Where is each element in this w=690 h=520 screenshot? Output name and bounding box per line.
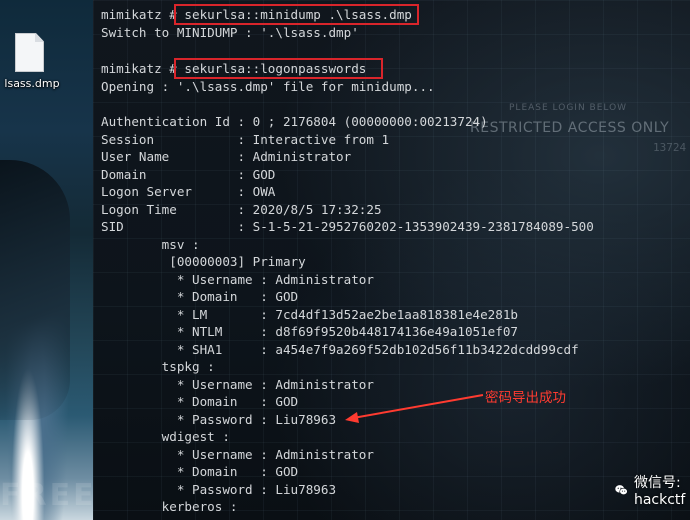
terminal-line: * NTLM : d8f69f9520b448174136e49a1051ef0…: [101, 324, 519, 339]
terminal-line: * Username : Administrator: [101, 272, 374, 287]
background-login-hint: PLEASE LOGIN BELOW: [509, 103, 628, 113]
annotation-arrow: [345, 394, 484, 423]
desktop-background: lsass.dmp FREEBUF: [0, 0, 93, 520]
terminal-line: * Username : Administrator: [101, 447, 374, 462]
terminal-line: * Password : Liu78963: [101, 412, 337, 427]
terminal-line: Authentication Id : 0 ; 2176804 (0000000…: [101, 114, 488, 129]
terminal-line: User Name : Administrator: [101, 149, 352, 164]
terminal-line: SID : S-1-5-21-2952760202-1353902439-238…: [101, 219, 594, 234]
terminal-line: Switch to MINIDUMP : '.\lsass.dmp': [101, 25, 359, 40]
background-restricted-text: RESTRICTED ACCESS ONLY: [470, 120, 670, 136]
terminal-line: Opening : '.\lsass.dmp' file for minidum…: [101, 79, 435, 94]
terminal-line: msv :: [101, 237, 200, 252]
terminal-line: * Domain : GOD: [101, 464, 299, 479]
terminal-line: Domain : GOD: [101, 167, 276, 182]
wechat-icon: [615, 485, 628, 496]
minidump-command-highlight: [174, 4, 419, 25]
terminal-window[interactable]: PLEASE LOGIN BELOW RESTRICTED ACCESS ONL…: [93, 0, 690, 520]
terminal-line: [00000003] Primary: [101, 254, 306, 269]
background-code: 13724: [653, 141, 687, 154]
file-label: lsass.dmp: [4, 77, 60, 90]
wechat-watermark: 微信号: hackctf: [615, 475, 690, 508]
wechat-id-text: 微信号: hackctf: [633, 475, 686, 508]
annotation-label: 密码导出成功: [485, 390, 566, 406]
desktop-wallpaper-rock: [0, 160, 70, 420]
terminal-line: * Password : Liu78963: [101, 482, 337, 497]
terminal-line: * Domain : GOD: [101, 289, 299, 304]
terminal-line: Logon Server : OWA: [101, 184, 276, 199]
terminal-line: Session : Interactive from 1: [101, 132, 390, 147]
terminal-line: Logon Time : 2020/8/5 17:32:25: [101, 202, 382, 217]
terminal-line: kerberos :: [101, 499, 238, 514]
file-icon[interactable]: [15, 33, 44, 72]
terminal-line: tspkg :: [101, 359, 215, 374]
terminal-line: wdigest :: [101, 429, 230, 444]
logonpasswords-command-highlight: [174, 58, 383, 79]
terminal-line: * Username : Administrator: [101, 377, 374, 392]
terminal-line: * LM : 7cd4df13d52ae2be1aa818381e4e281b: [101, 307, 519, 322]
terminal-line: * SHA1 : a454e7f9a269f52db102d56f11b3422…: [101, 342, 579, 357]
terminal-line: * Domain : GOD: [101, 394, 299, 409]
freebuf-watermark: FREEBUF: [0, 478, 93, 513]
